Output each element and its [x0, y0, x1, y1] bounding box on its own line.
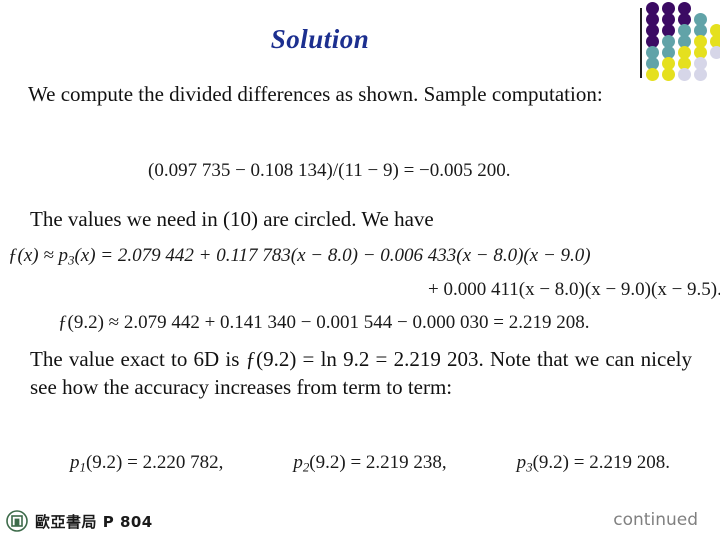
publisher-logo-icon — [6, 510, 28, 532]
continued-label: continued — [613, 510, 698, 530]
equation-term: p1(9.2) = 2.220 782, — [70, 452, 223, 476]
equation-sample-computation: (0.097 735 − 0.108 134)/(11 − 9) = −0.00… — [148, 160, 511, 181]
equation-polynomial-line2: + 0.000 411(x − 8.0)(x − 9.0)(x − 9.5). — [428, 279, 720, 300]
equation-term-argument: (9.2) — [532, 452, 570, 473]
equation-term-symbol: p — [516, 452, 527, 473]
equation-term-symbol: p — [70, 452, 80, 473]
equation-term-symbol: p — [293, 452, 303, 473]
equation-term-argument: (9.2) — [309, 452, 346, 473]
decorative-dot — [694, 68, 707, 81]
equation-term-value: 2.219 208. — [589, 452, 670, 473]
paragraph-circled-values: The values we need in (10) are circled. … — [30, 207, 434, 231]
decorative-dot-grid — [640, 0, 720, 81]
equation-polynomial-line1: ƒ(x) ≈ p3(x) = 2.079 442 + 0.117 783(x −… — [8, 245, 591, 269]
equation-term-list: p1(9.2) = 2.220 782, p2(9.2) = 2.219 238,… — [70, 452, 670, 476]
paragraph-intro: We compute the divided differences as sh… — [28, 82, 603, 106]
equation-term-value: 2.220 782, — [142, 452, 224, 473]
equation-term-relation: = — [122, 452, 143, 473]
equation-polynomial-lhs: ƒ(x) ≈ p — [8, 245, 69, 266]
equation-evaluation: ƒ(9.2) ≈ 2.079 442 + 0.141 340 − 0.001 5… — [58, 312, 590, 333]
equation-term-relation: = — [345, 452, 366, 473]
publisher-label: 歐亞書局 P 804 — [35, 512, 153, 531]
equation-term-argument: (9.2) — [85, 452, 123, 473]
equation-term: p2(9.2) = 2.219 238, — [293, 452, 446, 476]
footer-publisher-group: 歐亞書局 P 804 — [6, 510, 153, 532]
paragraph-exact-value: The value exact to 6D is ƒ(9.2) = ln 9.2… — [30, 347, 692, 399]
equation-term-relation: = — [569, 452, 590, 473]
equation-polynomial-rhs: (x) = 2.079 442 + 0.117 783(x − 8.0) − 0… — [74, 245, 591, 266]
decorative-dot — [710, 46, 720, 59]
equation-term: p3(9.2) = 2.219 208. — [517, 452, 670, 476]
equation-term-value: 2.219 238, — [365, 452, 447, 473]
page-title: Solution — [270, 24, 370, 54]
